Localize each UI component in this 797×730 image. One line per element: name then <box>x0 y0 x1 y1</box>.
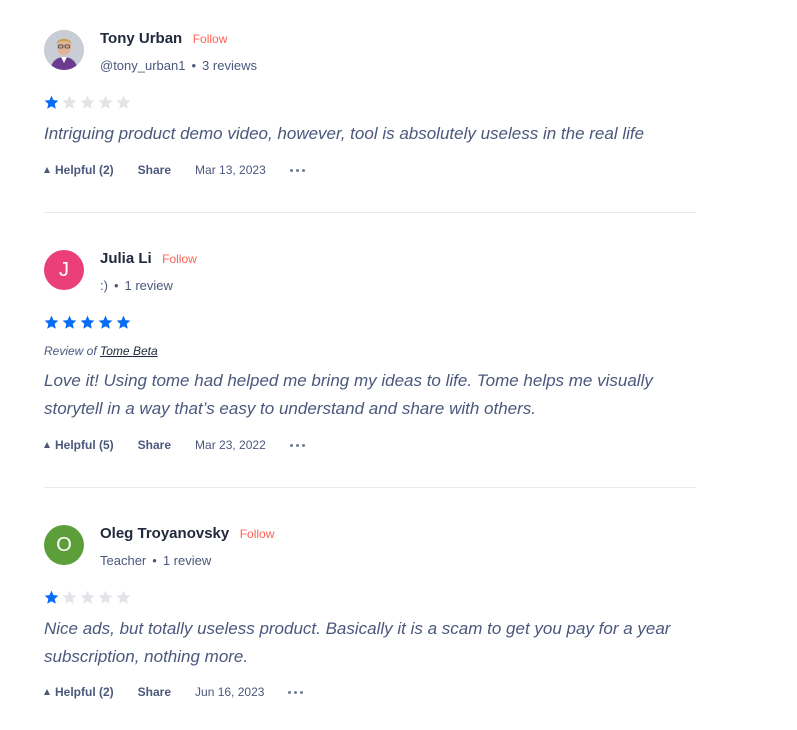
review-of: Review of Tome Beta <box>44 344 158 358</box>
review-date: Jun 16, 2023 <box>195 685 265 699</box>
helpful-button[interactable]: Helpful (2) <box>44 685 114 699</box>
reviewer-name[interactable]: Tony Urban <box>100 30 182 47</box>
name-line: Julia Li Follow <box>100 250 197 268</box>
helpful-button[interactable]: Helpful (2) <box>44 163 114 177</box>
upvote-triangle-icon <box>44 167 50 173</box>
helpful-label: Helpful (5) <box>55 438 114 452</box>
helpful-button[interactable]: Helpful (5) <box>44 438 114 452</box>
divider <box>44 212 696 213</box>
more-dots-icon[interactable] <box>289 443 305 447</box>
separator-dot: • <box>152 553 157 568</box>
avatar[interactable]: J <box>44 250 84 290</box>
upvote-triangle-icon <box>44 442 50 448</box>
star-icon <box>116 590 131 604</box>
reviewer-name[interactable]: Oleg Troyanovsky <box>100 525 229 542</box>
star-icon <box>62 95 77 109</box>
avatar-photo <box>44 30 84 70</box>
review-actions: Helpful (5) Share Mar 23, 2022 <box>44 438 305 452</box>
star-icon <box>44 315 59 329</box>
reviewer-handle: @tony_urban1 <box>100 58 186 73</box>
star-icon <box>62 590 77 604</box>
separator-dot: • <box>191 58 197 73</box>
follow-button[interactable]: Follow <box>240 527 275 541</box>
avatar[interactable] <box>44 30 84 70</box>
avatar-initial: O <box>56 533 72 556</box>
review-count[interactable]: 1 review <box>125 278 173 293</box>
reviewer-meta: @tony_urban1 • 3 reviews <box>100 58 257 74</box>
name-line: Oleg Troyanovsky Follow <box>100 525 274 543</box>
star-icon <box>44 590 59 604</box>
review-text: Nice ads, but totally useless product. B… <box>44 619 671 666</box>
share-button[interactable]: Share <box>138 438 171 452</box>
review-text: Love it! Using tome had helped me bring … <box>44 371 653 418</box>
more-dots-icon[interactable] <box>289 168 305 172</box>
star-icon <box>80 590 95 604</box>
helpful-label: Helpful (2) <box>55 685 114 699</box>
star-icon <box>98 590 113 604</box>
more-dots-icon[interactable] <box>288 690 304 694</box>
helpful-label: Helpful (2) <box>55 163 114 177</box>
review-of-prefix: Review of <box>44 344 97 358</box>
upvote-triangle-icon <box>44 689 50 695</box>
product-link[interactable]: Tome Beta <box>100 344 158 358</box>
follow-button[interactable]: Follow <box>193 32 228 46</box>
reviewer-meta: :) • 1 review <box>100 278 173 294</box>
review-count[interactable]: 1 review <box>163 553 211 568</box>
star-rating <box>44 590 131 605</box>
review-date: Mar 23, 2022 <box>195 438 266 452</box>
star-icon <box>80 315 95 329</box>
star-icon <box>62 315 77 329</box>
star-icon <box>116 95 131 109</box>
star-icon <box>98 315 113 329</box>
star-icon <box>80 95 95 109</box>
review-count[interactable]: 3 reviews <box>202 58 257 73</box>
review-date: Mar 13, 2023 <box>195 163 266 177</box>
reviewer-handle: Teacher <box>100 553 147 568</box>
share-button[interactable]: Share <box>138 685 171 699</box>
review-actions: Helpful (2) Share Jun 16, 2023 <box>44 685 304 699</box>
star-rating <box>44 95 131 110</box>
share-button[interactable]: Share <box>138 163 171 177</box>
reviewer-name[interactable]: Julia Li <box>100 250 152 267</box>
reviewer-handle: :) <box>100 278 108 293</box>
avatar[interactable]: O <box>44 525 84 565</box>
avatar-initial: J <box>59 258 69 281</box>
star-icon <box>44 95 59 109</box>
follow-button[interactable]: Follow <box>162 252 197 266</box>
star-icon <box>98 95 113 109</box>
review-text: Intriguing product demo video, however, … <box>44 124 645 143</box>
star-icon <box>116 315 131 329</box>
divider <box>44 487 696 488</box>
star-rating <box>44 315 131 330</box>
review-actions: Helpful (2) Share Mar 13, 2023 <box>44 163 305 177</box>
reviewer-meta: Teacher • 1 review <box>100 553 211 569</box>
separator-dot: • <box>113 278 119 293</box>
name-line: Tony Urban Follow <box>100 30 227 48</box>
